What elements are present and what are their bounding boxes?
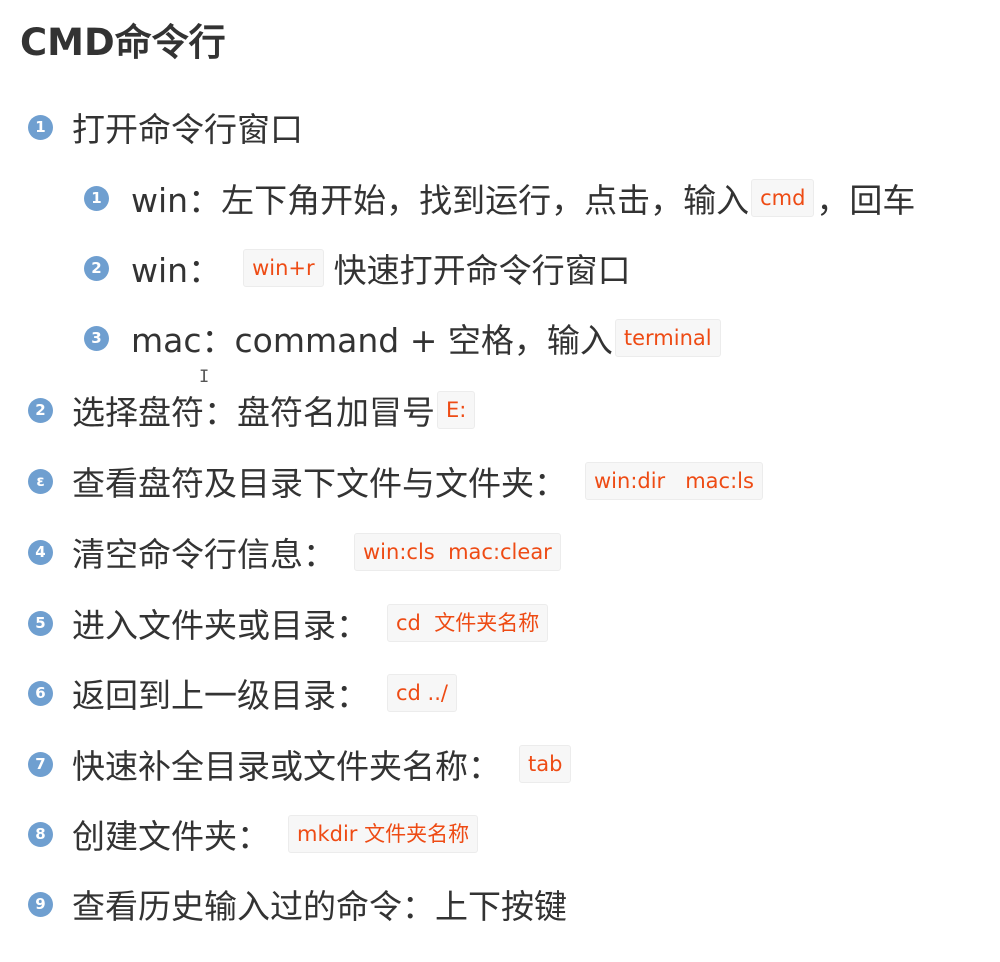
number-badge-icon: 1 — [28, 114, 53, 140]
inline-code: win+r — [243, 249, 324, 287]
item-text: 进入文件夹或目录： — [72, 606, 369, 645]
inline-code: cd ../ — [387, 674, 457, 712]
item-text: 返回到上一级目录： — [72, 676, 369, 715]
sub-item-win-r: 2 win： win+r 快速打开命令行窗口 — [84, 244, 631, 292]
item-text: 打开命令行窗口 — [72, 110, 303, 149]
item-suffix: ，回车 — [816, 181, 916, 220]
number-badge-icon: 5 — [28, 610, 53, 636]
number-badge-icon: 6 — [28, 680, 53, 706]
item-text: win：左下角开始，找到运行，点击，输入 — [131, 181, 750, 220]
number-badge-icon: 7 — [28, 751, 53, 777]
inline-code: win:cls mac:clear — [354, 533, 561, 571]
item-text: win： — [131, 251, 222, 290]
item-text: 查看历史输入过的命令：上下按键 — [72, 887, 567, 926]
number-badge-icon: 3 — [84, 325, 109, 351]
inline-code: mkdir 文件夹名称 — [288, 815, 479, 853]
number-badge-icon: 2 — [84, 255, 109, 281]
item-text: 快速补全目录或文件夹名称： — [72, 747, 501, 786]
number-badge-icon: 2 — [28, 397, 53, 423]
item-text: 创建文件夹： — [72, 817, 270, 856]
list-item-history: 9 查看历史输入过的命令：上下按键 — [28, 880, 567, 928]
number-badge-icon: 9 — [28, 891, 53, 917]
sub-item-win-run: 1 win：左下角开始，找到运行，点击，输入 cmd ，回车 — [84, 174, 915, 222]
item-text: 查看盘符及目录下文件与文件夹： — [72, 464, 567, 503]
inline-code: tab — [519, 745, 572, 783]
list-item-cd: 5 进入文件夹或目录： cd 文件夹名称 — [28, 599, 550, 647]
text-cursor-icon: I — [199, 367, 210, 387]
list-item-open-cmd: 1 打开命令行窗口 — [28, 103, 303, 151]
list-item-select-drive: 2 选择盘符：盘符名加冒号 E: — [28, 386, 477, 434]
item-suffix: 快速打开命令行窗口 — [333, 251, 631, 290]
inline-code: win:dir mac:ls — [585, 462, 763, 500]
inline-code: cd 文件夹名称 — [387, 604, 549, 642]
number-badge-icon: 4 — [28, 539, 53, 565]
number-badge-icon: ɛ — [28, 468, 53, 494]
list-item-tab-complete: 7 快速补全目录或文件夹名称： tab — [28, 740, 573, 788]
page-title: CMD命令行 — [20, 21, 226, 64]
number-badge-icon: 8 — [28, 821, 53, 847]
list-item-list-files: ɛ 查看盘符及目录下文件与文件夹： win:dir mac:ls — [28, 457, 765, 505]
item-text: 选择盘符：盘符名加冒号 — [72, 393, 435, 432]
list-item-clear: 4 清空命令行信息： win:cls mac:clear — [28, 528, 563, 576]
inline-code: terminal — [614, 319, 721, 357]
inline-code: E: — [437, 391, 476, 429]
item-text: mac：command + 空格，输入 — [131, 321, 613, 360]
number-badge-icon: 1 — [84, 185, 109, 211]
list-item-mkdir: 8 创建文件夹： mkdir 文件夹名称 — [28, 810, 480, 858]
inline-code: cmd — [751, 179, 815, 217]
sub-item-mac-terminal: 3 mac：command + 空格，输入 terminal — [84, 314, 723, 362]
item-text: 清空命令行信息： — [72, 535, 336, 574]
list-item-cd-up: 6 返回到上一级目录： cd ../ — [28, 669, 459, 717]
